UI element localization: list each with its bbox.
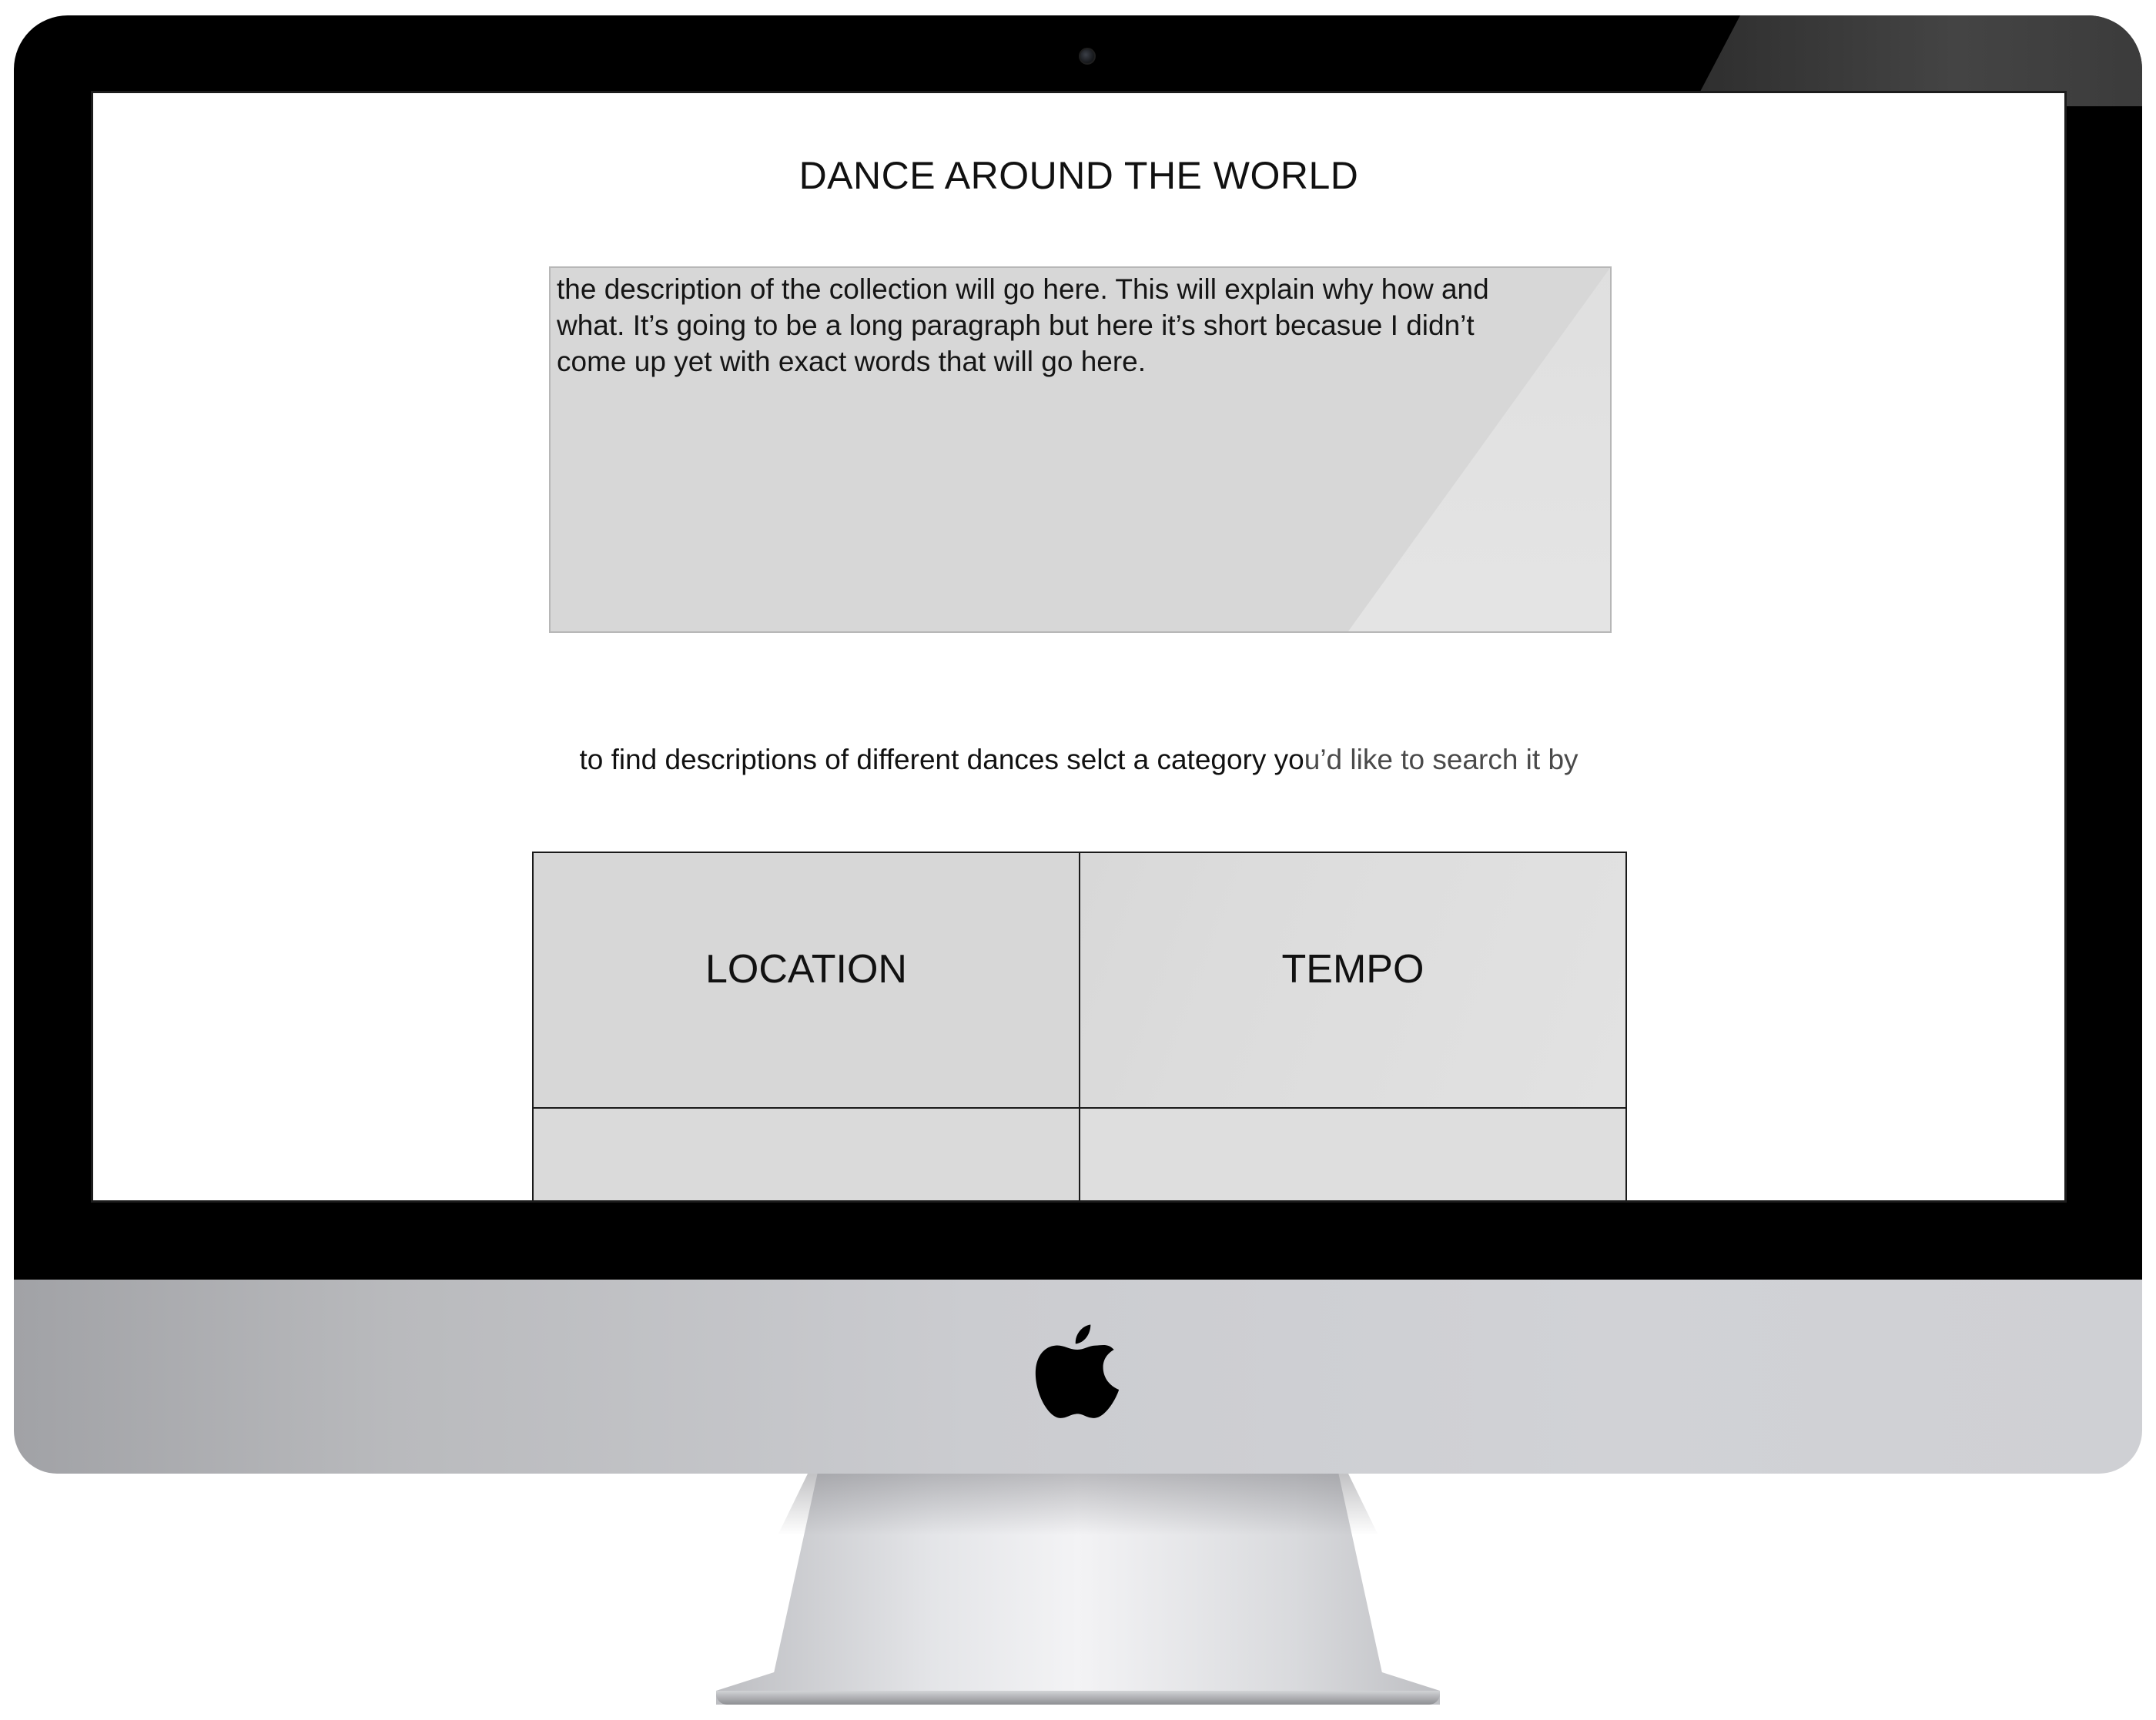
category-label: TEMPO xyxy=(1281,947,1424,992)
category-location-button[interactable]: LOCATION xyxy=(534,853,1080,1109)
category-tempo-button[interactable]: TEMPO xyxy=(1080,853,1627,1109)
display-screen: DANCE AROUND THE WORLD the description o… xyxy=(91,91,2067,1203)
apple-logo-icon xyxy=(1035,1324,1120,1418)
stand-base xyxy=(716,1691,1440,1705)
collection-description-text: the description of the collection will g… xyxy=(557,273,1489,377)
instruction-text: to find descriptions of different dances… xyxy=(579,744,1304,775)
category-instruction: to find descriptions of different dances… xyxy=(93,744,2064,776)
category-grid: LOCATION TEMPO xyxy=(532,852,1627,1200)
category-button[interactable] xyxy=(1080,1109,1627,1200)
stand-shadow xyxy=(778,1474,1378,1535)
instruction-text-tail: u’d like to search it by xyxy=(1304,744,1578,775)
page-title: DANCE AROUND THE WORLD xyxy=(798,154,1359,197)
collection-description-box: the description of the collection will g… xyxy=(549,266,1612,633)
category-button[interactable] xyxy=(534,1109,1080,1200)
camera-icon xyxy=(1079,48,1096,65)
category-label: LOCATION xyxy=(705,947,907,992)
